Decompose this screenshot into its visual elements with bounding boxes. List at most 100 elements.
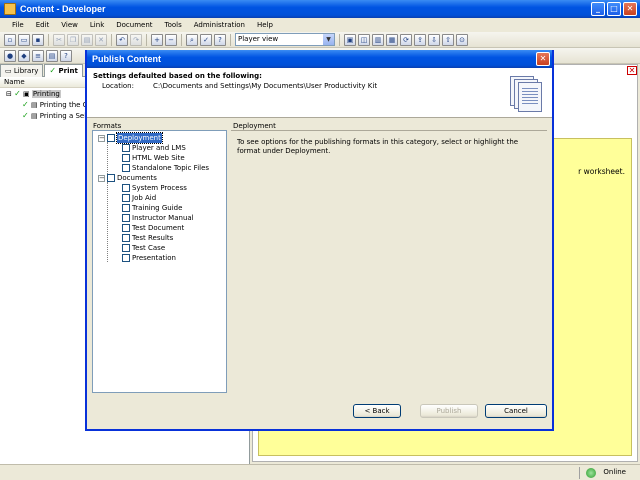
format-item-label: HTML Web Site [132, 154, 185, 162]
cut-icon[interactable]: ✂ [53, 33, 65, 46]
checkbox-presentation[interactable] [122, 254, 130, 262]
tab-print[interactable]: ✓ Print [44, 64, 83, 77]
dialog-title: Publish Content [87, 50, 552, 68]
layout-grid-icon[interactable]: ▦ [386, 33, 398, 46]
format-item-label: Job Aid [132, 194, 157, 202]
refresh-icon[interactable]: ⟳ [400, 33, 412, 46]
format-item-standalone-topic-files[interactable]: Standalone Topic Files [122, 163, 209, 173]
deployment-label: Deployment [233, 122, 276, 130]
check-in-icon[interactable]: ⇪ [414, 33, 426, 46]
tree-item-label: Printing the C [39, 101, 88, 109]
preview-icon[interactable]: ⊙ [456, 33, 468, 46]
copy-icon[interactable]: ❐ [67, 33, 79, 46]
menu-tools[interactable]: Tools [159, 21, 188, 29]
checkbox-job-aid[interactable] [122, 194, 130, 202]
glossary-icon[interactable]: ▤ [46, 49, 58, 62]
maximize-button[interactable]: □ [607, 2, 621, 16]
find-icon[interactable]: ⌕ [186, 33, 198, 46]
format-item-instructor-manual[interactable]: Instructor Manual [122, 213, 194, 223]
undo-icon[interactable]: ↶ [116, 33, 128, 46]
format-item-label: Presentation [132, 254, 176, 262]
publish-button[interactable]: Publish [420, 404, 478, 418]
status-bar: Online [0, 464, 640, 480]
delete-icon[interactable]: ✕ [95, 33, 107, 46]
library-tab-icon: ▭ [5, 67, 12, 75]
format-item-test-document[interactable]: Test Document [122, 223, 184, 233]
checkbox-system-process[interactable] [122, 184, 130, 192]
checkbox-deployment[interactable] [107, 134, 115, 142]
minimize-button[interactable]: _ [591, 2, 605, 16]
check-out-icon[interactable]: ⇩ [428, 33, 440, 46]
tab-library[interactable]: ▭ Library [0, 64, 44, 77]
menu-bar: File Edit View Link Document Tools Admin… [0, 18, 640, 32]
format-group-deployment[interactable]: − Deployment [98, 132, 163, 144]
tree-item-label: Printing [31, 90, 61, 98]
checkbox-documents[interactable] [107, 174, 115, 182]
menu-administration[interactable]: Administration [188, 21, 251, 29]
paste-icon[interactable]: ▤ [81, 33, 93, 46]
format-item-test-case[interactable]: Test Case [122, 243, 165, 253]
format-item-test-results[interactable]: Test Results [122, 233, 173, 243]
menu-link[interactable]: Link [84, 21, 110, 29]
redo-icon[interactable]: ↷ [130, 33, 142, 46]
record-icon[interactable]: ● [4, 49, 16, 62]
checkbox-test-document[interactable] [122, 224, 130, 232]
checkbox-standalone-topic-files[interactable] [122, 164, 130, 172]
publish-content-dialog: Publish Content ✕ Settings defaulted bas… [85, 50, 554, 431]
open-icon[interactable]: ▭ [18, 33, 30, 46]
close-pane-icon[interactable]: ✕ [627, 66, 637, 75]
dialog-heading: Settings defaulted based on the followin… [93, 72, 262, 80]
collapse-icon[interactable]: − [98, 134, 105, 142]
format-item-system-process[interactable]: System Process [122, 183, 187, 193]
question-icon[interactable]: ? [60, 49, 72, 62]
outline-icon[interactable]: ≡ [32, 49, 44, 62]
format-item-label: Training Guide [132, 204, 183, 212]
layout-single-icon[interactable]: ▣ [344, 33, 356, 46]
format-item-training-guide[interactable]: Training Guide [122, 203, 182, 213]
new-icon[interactable]: ▫ [4, 33, 16, 46]
format-item-label: System Process [132, 184, 187, 192]
layout-split-icon[interactable]: ◫ [358, 33, 370, 46]
format-item-label: Player and LMS [132, 144, 186, 152]
format-item-label: Standalone Topic Files [132, 164, 210, 172]
view-select[interactable]: Player view ▼ [235, 33, 335, 46]
toolbar-separator [111, 33, 112, 46]
checkbox-instructor-manual[interactable] [122, 214, 130, 222]
checkbox-training-guide[interactable] [122, 204, 130, 212]
insert-frame-icon[interactable]: + [151, 33, 163, 46]
spell-check-icon[interactable]: ✓ [200, 33, 212, 46]
format-item-job-aid[interactable]: Job Aid [122, 193, 156, 203]
save-icon[interactable]: ▪ [32, 33, 44, 46]
format-item-player-lms[interactable]: Player and LMS [122, 143, 186, 153]
check-icon: ✓ [49, 66, 57, 75]
menu-edit[interactable]: Edit [30, 21, 56, 29]
menu-file[interactable]: File [6, 21, 30, 29]
checkbox-player-lms[interactable] [122, 144, 130, 152]
checkbox-test-results[interactable] [122, 234, 130, 242]
checkbox-html-web-site[interactable] [122, 154, 130, 162]
help-icon[interactable]: ? [214, 33, 226, 46]
close-button[interactable]: ✕ [623, 2, 637, 16]
dialog-close-button[interactable]: ✕ [536, 52, 550, 66]
tab-print-label: Print [58, 67, 78, 75]
back-button[interactable]: < Back [353, 404, 401, 418]
menu-document[interactable]: Document [110, 21, 158, 29]
menu-view[interactable]: View [55, 21, 84, 29]
layout-columns-icon[interactable]: ▥ [372, 33, 384, 46]
format-item-presentation[interactable]: Presentation [122, 253, 176, 263]
collapse-icon[interactable]: ⊟ [6, 90, 12, 98]
remove-frame-icon[interactable]: − [165, 33, 177, 46]
checkbox-test-case[interactable] [122, 244, 130, 252]
format-item-html-web-site[interactable]: HTML Web Site [122, 153, 185, 163]
tree-line [107, 182, 108, 262]
formats-tree[interactable]: − Deployment Player and LMS HTML Web Sit… [92, 130, 227, 393]
deployment-divider [231, 130, 547, 131]
format-group-documents[interactable]: − Documents [98, 173, 157, 183]
format-item-label: Test Document [132, 224, 185, 232]
menu-help[interactable]: Help [251, 21, 279, 29]
publish-icon[interactable]: ⇧ [442, 33, 454, 46]
collapse-icon[interactable]: − [98, 174, 105, 182]
properties-icon[interactable]: ◆ [18, 49, 30, 62]
cancel-button[interactable]: Cancel [485, 404, 547, 418]
format-group-label: Deployment [116, 132, 163, 144]
